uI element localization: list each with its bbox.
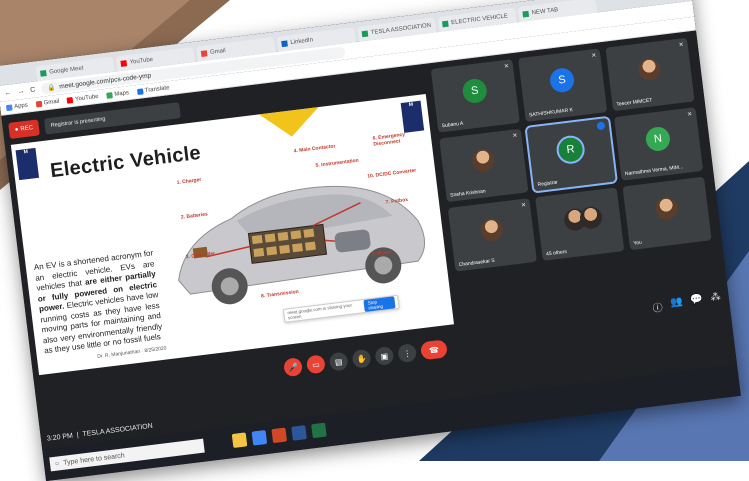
translate-icon	[136, 87, 144, 95]
participant-tile[interactable]: N ✕ Narmathma Verma, MIM...	[613, 107, 704, 181]
avatar: R	[554, 133, 587, 166]
captions-icon: ▤	[334, 356, 343, 367]
word-icon[interactable]	[291, 425, 307, 441]
meeting-time: 3:20 PM	[46, 432, 74, 443]
others-avatars	[562, 205, 604, 236]
favicon-icon	[441, 20, 449, 27]
favicon-icon	[361, 30, 369, 37]
camera-toggle-button[interactable]: ▭	[305, 354, 326, 375]
back-icon[interactable]: ←	[4, 89, 12, 97]
avatar	[470, 148, 496, 173]
bookmark-translate[interactable]: Translate	[136, 85, 170, 95]
excel-icon[interactable]	[311, 422, 327, 439]
college-logo-right: M	[400, 100, 425, 133]
favicon-icon	[120, 59, 128, 67]
bookmark-gmail[interactable]: Gmail	[35, 98, 60, 108]
lock-icon: 🔒	[46, 84, 56, 92]
reload-icon[interactable]: C	[30, 86, 36, 94]
participant-tile-others[interactable]: 45 others	[535, 187, 625, 261]
apps-icon	[5, 103, 13, 111]
file-explorer-icon[interactable]	[231, 432, 248, 449]
maps-icon	[106, 91, 113, 99]
recording-badge: ● REC	[8, 119, 40, 139]
participant-tile-active[interactable]: R Registrar	[524, 115, 618, 194]
slide-body-text: An EV is a shortened acronym for an elec…	[33, 248, 163, 356]
more-vert-icon: ⋮	[402, 348, 412, 359]
hang-up-icon: ☎	[428, 344, 440, 355]
call-controls: 🎤 ▭ ▤ ✋ ▣ ⋮ ☎	[283, 339, 448, 378]
taskbar-apps	[231, 422, 327, 449]
activities-icon[interactable]: ⁂	[710, 292, 722, 308]
mic-off-icon: 🎤	[287, 362, 299, 373]
captions-button[interactable]: ▤	[328, 351, 349, 372]
favicon-icon	[522, 10, 530, 18]
slide-title: Electric Vehicle	[49, 141, 203, 183]
participant-tile[interactable]: S ✕ SATHISHKUMAR K	[518, 48, 608, 122]
record-dot-icon: ●	[14, 126, 19, 134]
side-controls: ⓘ 👥 💬 ⁂	[652, 292, 722, 315]
gmail-icon	[35, 100, 43, 108]
callout-main-contactor: 4. Main Contactor	[293, 143, 336, 155]
participant-tile[interactable]: ✕ Chandrasekar S	[447, 198, 537, 272]
bookmark-youtube[interactable]: YouTube	[66, 93, 99, 104]
forward-icon[interactable]: →	[17, 87, 25, 95]
bookmark-apps[interactable]: Apps	[5, 102, 28, 111]
screenshot-frame: Google Meet YouTube Gmail LinkedIn TESLA…	[0, 0, 741, 481]
participant-tile[interactable]: ✕ Teecer MIMCET	[605, 37, 695, 112]
raise-hand-button[interactable]: ✋	[351, 348, 372, 369]
present-button[interactable]: ▣	[374, 345, 395, 366]
more-options-button[interactable]: ⋮	[397, 343, 418, 364]
avatar	[637, 57, 662, 82]
shared-slide: M M Electric Vehicle An EV is a shortene…	[10, 93, 455, 376]
youtube-icon	[66, 96, 74, 104]
favicon-icon	[281, 39, 288, 47]
avatar	[479, 217, 505, 243]
present-icon: ▣	[380, 351, 389, 361]
search-icon: ○	[54, 459, 60, 468]
favicon-icon	[200, 49, 208, 57]
mic-toggle-button[interactable]: 🎤	[283, 357, 304, 378]
people-icon[interactable]: 👥	[669, 296, 683, 312]
bookmark-maps[interactable]: Maps	[106, 90, 129, 99]
participant-tile[interactable]: ✕ Sneha Krishnan	[439, 128, 529, 203]
speaking-indicator-icon	[596, 121, 606, 131]
hand-icon: ✋	[356, 353, 368, 364]
participant-tile[interactable]: S ✕ Subanu A	[430, 59, 520, 133]
camera-off-icon: ▭	[311, 359, 321, 370]
mic-off-icon: ✕	[590, 52, 597, 60]
mic-off-icon: ✕	[520, 202, 527, 210]
leave-call-button[interactable]: ☎	[419, 339, 448, 361]
avatar	[654, 196, 679, 221]
participant-tile-self[interactable]: You	[622, 176, 712, 251]
mic-off-icon: ✕	[678, 42, 685, 49]
mic-off-icon: ✕	[503, 63, 510, 71]
college-logo-left: M	[15, 147, 40, 181]
avatar: N	[644, 125, 672, 153]
favicon-icon	[39, 69, 47, 77]
callout-emergency-disconnect: 6. Emergency Disconnect	[372, 131, 406, 148]
mic-off-icon: ✕	[512, 133, 518, 140]
powerpoint-icon[interactable]	[271, 427, 288, 444]
info-icon[interactable]: ⓘ	[652, 299, 663, 315]
slide-accent-triangle	[258, 107, 322, 141]
chrome-icon[interactable]	[251, 429, 268, 446]
mic-off-icon: ✕	[686, 111, 693, 119]
avatar: S	[461, 77, 489, 105]
chat-icon[interactable]: 💬	[690, 294, 704, 310]
stop-sharing-button[interactable]: Stop sharing	[363, 296, 396, 312]
avatar: S	[548, 66, 576, 94]
